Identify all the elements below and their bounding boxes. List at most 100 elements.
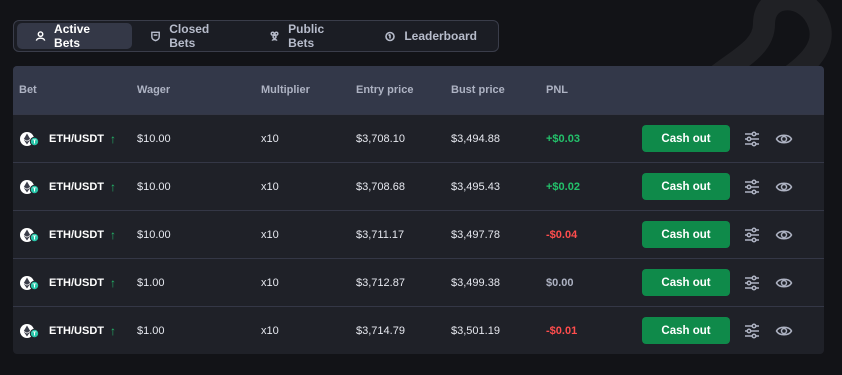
- eth-coin-icon: T: [20, 131, 40, 146]
- bets-tab-bar: Active Bets Closed Bets Public Bets Lead…: [13, 20, 499, 52]
- shield-icon: [151, 31, 161, 42]
- sliders-button[interactable]: [742, 177, 762, 197]
- column-header-wager: Wager: [137, 84, 171, 96]
- pnl-cell: -$0.04: [546, 228, 578, 241]
- pnl-cell: $0.00: [546, 276, 574, 289]
- column-header-bust-price: Bust price: [451, 84, 505, 96]
- actions-cell: Cash out: [642, 317, 824, 344]
- svg-text:T: T: [33, 235, 37, 241]
- tab-label: Active Bets: [54, 22, 91, 50]
- svg-text:T: T: [33, 283, 37, 289]
- actions-cell: Cash out: [642, 125, 824, 152]
- user-icon: [35, 31, 46, 41]
- cash-out-button[interactable]: Cash out: [642, 269, 730, 296]
- bet-cell: T ETH/USDT ↑: [13, 131, 137, 147]
- entry-price-cell: $3,712.87: [356, 276, 405, 289]
- eye-icon: [775, 182, 793, 191]
- bet-cell: T ETH/USDT ↑: [13, 227, 137, 243]
- eth-coin-icon: T: [20, 227, 40, 242]
- arrow-up-icon: ↑: [110, 275, 116, 290]
- tab-leaderboard[interactable]: Leaderboard: [366, 23, 495, 49]
- bust-price-cell: $3,499.38: [451, 276, 500, 289]
- multiplier-cell: x10: [261, 132, 279, 145]
- eye-button[interactable]: [774, 129, 794, 149]
- eye-icon: [775, 278, 793, 287]
- eye-icon: [775, 326, 793, 335]
- sliders-icon: [745, 322, 759, 339]
- sliders-icon: [745, 226, 759, 243]
- pair-label: ETH/USDT: [49, 132, 104, 145]
- table-row: T ETH/USDT ↑ $10.00 x10 $3,711.17 $3,497…: [13, 210, 824, 258]
- bust-price-cell: $3,494.88: [451, 132, 500, 145]
- cash-out-button[interactable]: Cash out: [642, 317, 730, 344]
- table-row: T ETH/USDT ↑ $1.00 x10 $3,714.79 $3,501.…: [13, 306, 824, 354]
- tab-label: Leaderboard: [404, 29, 477, 43]
- table-row: T ETH/USDT ↑ $10.00 x10 $3,708.10 $3,494…: [13, 114, 824, 162]
- actions-cell: Cash out: [642, 221, 824, 248]
- multiplier-cell: x10: [261, 324, 279, 337]
- entry-price-cell: $3,708.10: [356, 132, 405, 145]
- actions-cell: Cash out: [642, 269, 824, 296]
- table-row: T ETH/USDT ↑ $1.00 x10 $3,712.87 $3,499.…: [13, 258, 824, 306]
- table-row: T ETH/USDT ↑ $10.00 x10 $3,708.68 $3,495…: [13, 162, 824, 210]
- tab-closed-bets[interactable]: Closed Bets: [132, 22, 251, 50]
- svg-text:T: T: [33, 331, 37, 337]
- multiplier-cell: x10: [261, 228, 279, 241]
- column-header-pnl: PNL: [546, 84, 568, 96]
- bust-price-cell: $3,501.19: [451, 324, 500, 337]
- eth-coin-icon: T: [20, 323, 40, 338]
- cash-out-button[interactable]: Cash out: [642, 125, 730, 152]
- multiplier-cell: x10: [261, 276, 279, 289]
- arrow-up-icon: ↑: [110, 179, 116, 194]
- sliders-button[interactable]: [742, 129, 762, 149]
- sliders-button[interactable]: [742, 321, 762, 341]
- active-bets-table: Bet Wager Multiplier Entry price Bust pr…: [13, 66, 824, 354]
- sliders-icon: [745, 274, 759, 291]
- tab-label: Closed Bets: [169, 22, 210, 50]
- entry-price-cell: $3,714.79: [356, 324, 405, 337]
- svg-text:T: T: [33, 187, 37, 193]
- tab-active-bets[interactable]: Active Bets: [17, 22, 133, 50]
- pnl-cell: +$0.03: [546, 132, 580, 145]
- eye-button[interactable]: [774, 321, 794, 341]
- tab-public-bets[interactable]: Public Bets: [251, 22, 366, 50]
- cash-out-button[interactable]: Cash out: [642, 173, 730, 200]
- column-header-entry-price: Entry price: [356, 84, 414, 96]
- sliders-button[interactable]: [742, 273, 762, 293]
- column-header-multiplier: Multiplier: [261, 84, 310, 96]
- column-header-bet: Bet: [19, 84, 37, 96]
- arrow-up-icon: ↑: [110, 227, 116, 242]
- medal-icon: [385, 31, 396, 42]
- sliders-icon: [745, 130, 759, 147]
- pnl-cell: -$0.01: [546, 324, 578, 337]
- sliders-icon: [745, 178, 759, 195]
- sliders-button[interactable]: [742, 225, 762, 245]
- wager-cell: $10.00: [137, 228, 171, 241]
- pnl-cell: +$0.02: [546, 180, 580, 193]
- bet-cell: T ETH/USDT ↑: [13, 179, 137, 195]
- arrow-up-icon: ↑: [110, 323, 116, 338]
- wager-cell: $10.00: [137, 132, 171, 145]
- eye-button[interactable]: [774, 273, 794, 293]
- table-header: Bet Wager Multiplier Entry price Bust pr…: [13, 66, 824, 114]
- eth-coin-icon: T: [20, 179, 40, 194]
- entry-price-cell: $3,708.68: [356, 180, 405, 193]
- wager-cell: $1.00: [137, 324, 165, 337]
- wager-cell: $10.00: [137, 180, 171, 193]
- bust-price-cell: $3,495.43: [451, 180, 500, 193]
- pair-label: ETH/USDT: [49, 228, 104, 241]
- multiplier-cell: x10: [261, 180, 279, 193]
- pair-label: ETH/USDT: [49, 324, 104, 337]
- cash-out-button[interactable]: Cash out: [642, 221, 730, 248]
- svg-text:T: T: [33, 139, 37, 145]
- actions-cell: Cash out: [642, 173, 824, 200]
- eye-button[interactable]: [774, 177, 794, 197]
- bet-cell: T ETH/USDT ↑: [13, 275, 137, 291]
- eye-icon: [775, 230, 793, 239]
- entry-price-cell: $3,711.17: [356, 228, 405, 241]
- users-icon: [270, 31, 279, 42]
- pair-label: ETH/USDT: [49, 180, 104, 193]
- eye-button[interactable]: [774, 225, 794, 245]
- tab-label: Public Bets: [288, 22, 325, 50]
- bust-price-cell: $3,497.78: [451, 228, 500, 241]
